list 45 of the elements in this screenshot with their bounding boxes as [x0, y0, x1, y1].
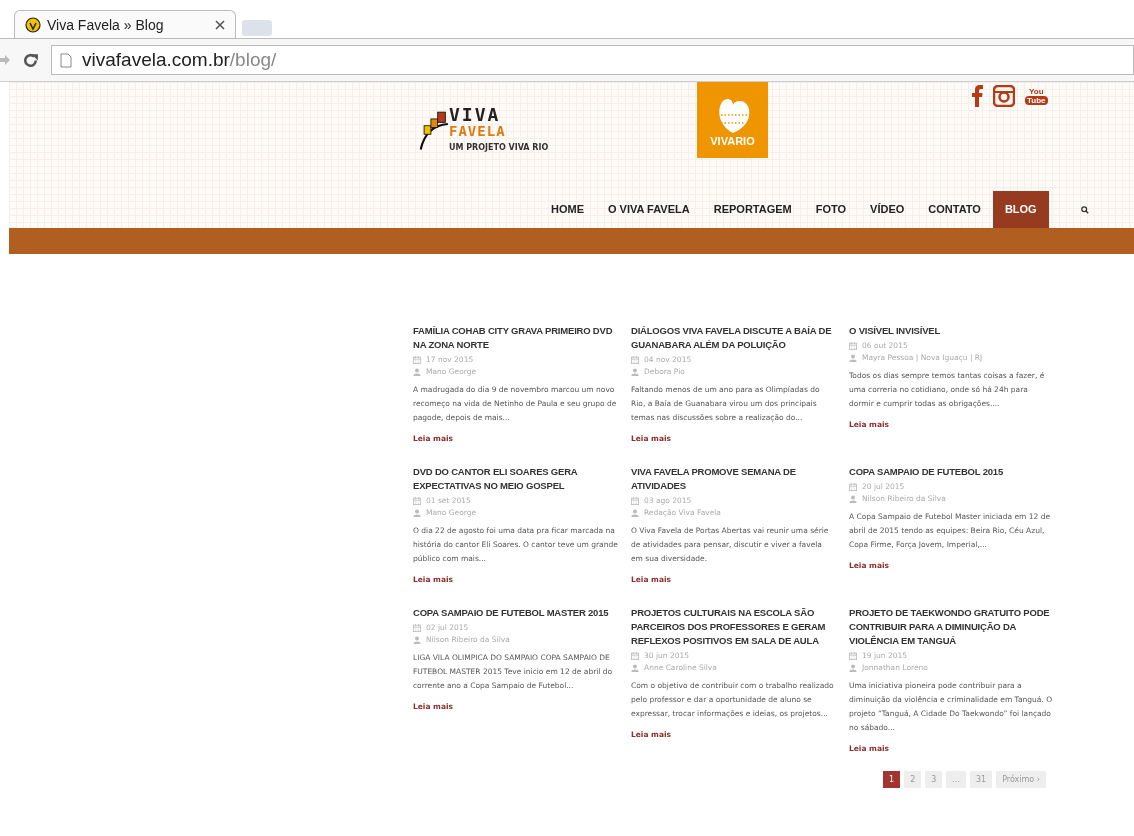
post-title[interactable]: FAMÍLIA COHAB CITY GRAVA PRIMEIRO DVD NA ZONA NORTE: [413, 324, 618, 352]
address-bar[interactable]: vivafavela.com.br/blog/: [51, 45, 1134, 75]
nav-link[interactable]: O VIVA FAVELA: [596, 191, 702, 228]
calendar-icon: [631, 355, 639, 364]
instagram-icon[interactable]: [993, 85, 1015, 107]
page-icon: [60, 52, 72, 68]
nav-link[interactable]: BLOG: [992, 191, 1049, 228]
nav-link[interactable]: CONTATO: [916, 191, 993, 228]
site-logo[interactable]: VIVA FAVELA UM PROJETO VIVA RIO: [419, 106, 549, 152]
user-icon: [631, 663, 639, 672]
user-icon: [849, 353, 857, 362]
post-title[interactable]: DVD DO CANTOR ELI SOARES GERA EXPECTATIVAS NO MEIO GOSPEL: [413, 465, 618, 493]
calendar-icon: [849, 341, 857, 350]
post-title[interactable]: PROJETOS CULTURAIS NA ESCOLA SÃO PARCEIROS DOS PROFESSORES E GERAM REFLEXOS POSITIVOS EM SALA DE AULA: [631, 606, 836, 648]
calendar-icon: [413, 623, 421, 632]
nav-link[interactable]: REPORTAGEM: [701, 191, 804, 228]
calendar-icon: [849, 651, 857, 660]
nav-link[interactable]: HOME: [539, 191, 596, 228]
browser-tab[interactable]: Viva Favela » Blog: [14, 10, 236, 38]
nav-link[interactable]: VÍDEO: [858, 191, 917, 228]
close-icon[interactable]: [215, 19, 225, 30]
page-link[interactable]: 1: [883, 771, 901, 788]
post-title[interactable]: DIÁLOGOS VIVA FAVELA DISCUTE A BAÍA DE GUANABARA ALÉM DA POLUIÇÃO: [631, 324, 836, 352]
user-icon: [631, 367, 639, 376]
user-icon: [849, 663, 857, 672]
user-icon: [413, 508, 421, 517]
user-icon: [849, 494, 857, 503]
nav-link[interactable]: FOTO: [803, 191, 859, 228]
calendar-icon: [413, 496, 421, 505]
post-title[interactable]: O VISÍVEL INVISÍVEL: [849, 324, 941, 338]
calendar-icon: [413, 355, 421, 364]
post-title[interactable]: COPA SAMPAIO DE FUTEBOL MASTER 2015: [413, 606, 609, 620]
reload-icon[interactable]: [22, 51, 39, 69]
search-icon[interactable]: [1080, 205, 1089, 214]
post-title[interactable]: PROJETO DE TAEKWONDO GRATUITO PODE CONTRIBUIR PARA A DIMINUIÇÃO DA VIOLÊNCIA EM TANGUÁ: [849, 606, 1054, 648]
user-icon: [631, 508, 639, 517]
calendar-icon: [849, 482, 857, 491]
calendar-icon: [631, 496, 639, 505]
post-title[interactable]: VIVA FAVELA PROMOVE SEMANA DE ATIVIDADES: [631, 465, 836, 493]
user-icon: [413, 635, 421, 644]
user-icon: [413, 367, 421, 376]
post-title[interactable]: COPA SAMPAIO DE FUTEBOL 2015: [849, 465, 1003, 479]
facebook-icon[interactable]: [971, 85, 983, 107]
favicon-icon: [25, 16, 41, 33]
calendar-icon: [631, 651, 639, 660]
